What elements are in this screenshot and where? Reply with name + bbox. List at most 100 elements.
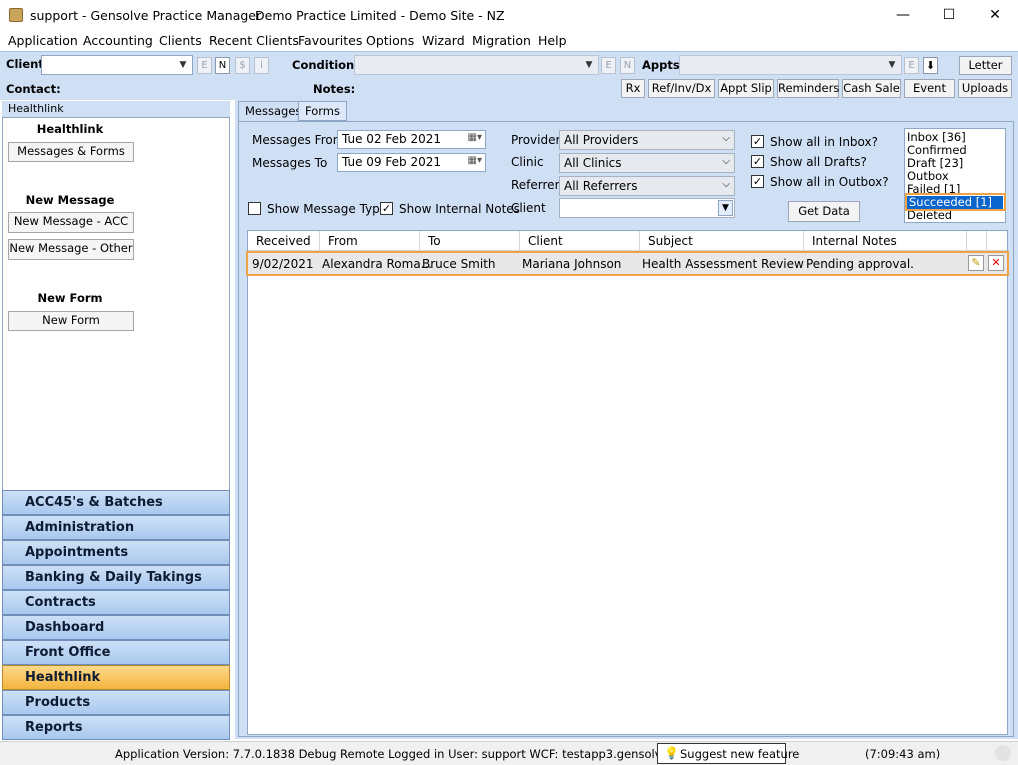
minimize-button[interactable]: — [880, 0, 926, 31]
cell-to: Bruce Smith [422, 257, 496, 271]
col-to[interactable]: To [420, 231, 520, 251]
show-message-type-checkbox[interactable] [248, 202, 261, 215]
download-icon[interactable]: ⬇ [923, 57, 938, 74]
messages-grid: Received From To Client Subject Internal… [246, 230, 1009, 735]
menu-bar: Application Accounting Clients Recent Cl… [0, 31, 1018, 51]
nav-banking-daily-takings[interactable]: Banking & Daily Takings [2, 565, 230, 590]
col-client[interactable]: Client [520, 231, 640, 251]
menu-favourites[interactable]: Favourites [298, 33, 362, 48]
chevron-down-icon[interactable]: ▼ [175, 57, 191, 73]
maximize-button[interactable]: ☐ [926, 0, 972, 31]
nav-dashboard[interactable]: Dashboard [2, 615, 230, 640]
app-icon [9, 8, 23, 22]
appts-label: Appts [642, 58, 680, 72]
tab-forms[interactable]: Forms [298, 101, 347, 121]
conditions-combo[interactable]: ▼ [354, 55, 599, 75]
messages-to-date[interactable]: Tue 09 Feb 2021 ▦▾ [337, 153, 486, 172]
show-inbox-label: Show all in Inbox? [770, 135, 878, 149]
appts-edit-button[interactable]: E [904, 57, 919, 74]
nav-administration[interactable]: Administration [2, 515, 230, 540]
delete-icon[interactable]: ✕ [988, 255, 1004, 271]
edit-pencil-icon[interactable]: ✎ [968, 255, 984, 271]
new-message-section-title: New Message [25, 193, 115, 207]
col-from[interactable]: From [320, 231, 420, 251]
nav-products[interactable]: Products [2, 690, 230, 715]
client-new-button[interactable]: N [215, 57, 230, 74]
version-info: Application Version: 7.7.0.1838 Debug Re… [115, 747, 730, 761]
client-combo[interactable]: ▼ [41, 55, 193, 75]
nav-acc45-batches[interactable]: ACC45's & Batches [2, 490, 230, 515]
messages-forms-button[interactable]: Messages & Forms [8, 142, 134, 162]
col-received[interactable]: Received [248, 231, 320, 251]
conditions-edit-button[interactable]: E [601, 57, 616, 74]
appt-slip-button[interactable]: Appt Slip [718, 79, 774, 98]
chevron-down-icon[interactable]: ▼ [718, 200, 733, 216]
cash-sale-button[interactable]: Cash Sale [842, 79, 901, 98]
menu-application[interactable]: Application [8, 33, 78, 48]
practice-name: Demo Practice Limited - Demo Site - NZ [255, 8, 505, 23]
show-internal-notes-checkbox[interactable]: ✓ [380, 202, 393, 215]
chevron-down-icon[interactable]: ⌵ [722, 156, 730, 167]
client-edit-button[interactable]: E [197, 57, 212, 74]
new-form-button[interactable]: New Form [8, 311, 134, 331]
referrer-value: All Referrers [564, 179, 638, 193]
new-form-section-title: New Form [37, 291, 103, 305]
uploads-button[interactable]: Uploads [958, 79, 1012, 98]
chevron-down-icon[interactable]: ⌵ [722, 179, 730, 190]
reminders-button[interactable]: Reminders [777, 79, 839, 98]
provider-select[interactable]: All Providers ⌵ [559, 130, 735, 150]
menu-migration[interactable]: Migration [472, 33, 531, 48]
nav-reports[interactable]: Reports [2, 715, 230, 740]
suggest-feature-button[interactable]: 💡 Suggest new feature [657, 743, 799, 764]
chevron-down-icon[interactable]: ▼ [581, 57, 597, 73]
cell-from: Alexandra Roma... [322, 257, 433, 271]
menu-wizard[interactable]: Wizard [422, 33, 465, 48]
status-list[interactable]: Inbox [36] Confirmed Draft [23] Outbox F… [904, 128, 1006, 223]
nav-contracts[interactable]: Contracts [2, 590, 230, 615]
menu-accounting[interactable]: Accounting [83, 33, 153, 48]
show-outbox-checkbox[interactable]: ✓ [751, 175, 764, 188]
client-account-button[interactable]: $ [235, 57, 250, 74]
contact-label: Contact: [6, 82, 61, 96]
chevron-down-icon[interactable]: ▼ [884, 57, 900, 73]
clinic-value: All Clinics [564, 156, 622, 170]
ref-inv-dx-button[interactable]: Ref/Inv/Dx [648, 79, 715, 98]
clinic-select[interactable]: All Clinics ⌵ [559, 153, 735, 173]
messages-panel: Messages From Tue 02 Feb 2021 ▦▾ Message… [238, 121, 1014, 737]
messages-from-value: Tue 02 Feb 2021 [342, 132, 441, 146]
close-button[interactable]: ✕ [972, 0, 1018, 31]
messages-from-date[interactable]: Tue 02 Feb 2021 ▦▾ [337, 130, 486, 149]
new-message-acc-button[interactable]: New Message - ACC [8, 212, 134, 233]
chevron-down-icon[interactable]: ⌵ [722, 133, 730, 144]
title-bar: support - Gensolve Practice Manager Demo… [0, 0, 1018, 31]
nav-healthlink[interactable]: Healthlink [2, 665, 230, 690]
client-info-button[interactable]: i [254, 57, 269, 74]
get-data-button[interactable]: Get Data [788, 201, 860, 222]
table-row[interactable]: 9/02/2021 Alexandra Roma... Bruce Smith … [246, 251, 1009, 276]
left-panel-header: Healthlink [2, 101, 230, 118]
calendar-icon[interactable]: ▦▾ [468, 155, 482, 166]
client-header: Client ▼ E N $ i Conditions ▼ E N Appts … [0, 51, 1018, 100]
nav-front-office[interactable]: Front Office [2, 640, 230, 665]
client-filter-select[interactable]: ▼ [559, 198, 735, 218]
rx-button[interactable]: Rx [621, 79, 645, 98]
new-message-other-button[interactable]: New Message - Other [8, 239, 134, 260]
appts-combo[interactable]: ▼ [679, 55, 902, 75]
referrer-select[interactable]: All Referrers ⌵ [559, 176, 735, 196]
event-button[interactable]: Event [904, 79, 955, 98]
messages-from-label: Messages From [252, 133, 345, 147]
menu-options[interactable]: Options [366, 33, 414, 48]
menu-help[interactable]: Help [538, 33, 567, 48]
main-panel: Messages Forms Messages From Tue 02 Feb … [235, 100, 1018, 739]
col-internal-notes[interactable]: Internal Notes [804, 231, 967, 251]
show-inbox-checkbox[interactable]: ✓ [751, 135, 764, 148]
nav-appointments[interactable]: Appointments [2, 540, 230, 565]
conditions-new-button[interactable]: N [620, 57, 635, 74]
col-subject[interactable]: Subject [640, 231, 804, 251]
show-drafts-checkbox[interactable]: ✓ [751, 155, 764, 168]
show-message-type-label: Show Message Type [267, 202, 388, 216]
menu-recent-clients[interactable]: Recent Clients [209, 33, 299, 48]
letter-button[interactable]: Letter [959, 56, 1012, 75]
calendar-icon[interactable]: ▦▾ [468, 132, 482, 143]
menu-clients[interactable]: Clients [159, 33, 202, 48]
